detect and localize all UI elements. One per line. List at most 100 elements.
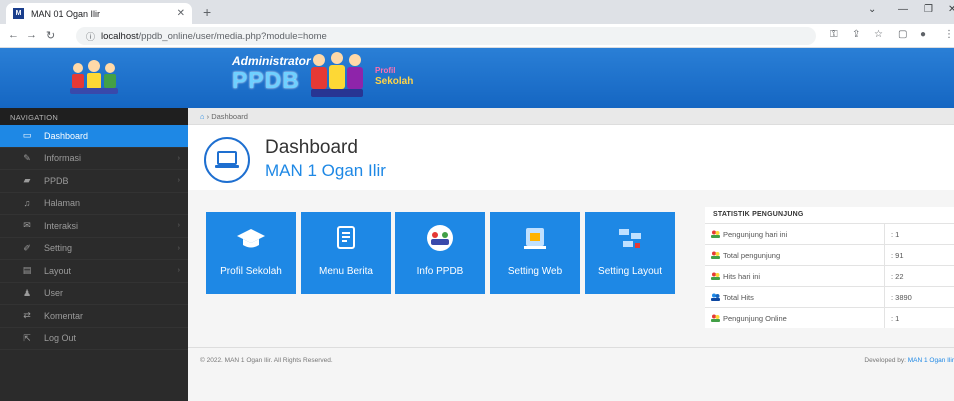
logout-icon: ⇱ [23,332,31,343]
stats-row: Pengunjung Online : 1 [705,307,954,328]
app-header: Administrator PPDB Profil Sekolah [0,48,954,108]
tab-title: MAN 01 Ogan Ilir [31,8,101,19]
url-host: localhost [101,30,139,42]
users-icon [711,251,720,259]
breadcrumb-separator: › [206,112,210,121]
back-icon[interactable]: ← [8,29,19,41]
chevron-right-icon: › [177,177,180,185]
sidebar-item-halaman[interactable]: ♫ Halaman [0,193,188,215]
stats-row: Hits hari ini : 22 [705,265,954,286]
kids-illustration-icon [311,52,363,97]
side-panel-icon[interactable]: ▢ [898,29,907,40]
users-icon [711,314,720,322]
url-input[interactable]: ⓘ localhost/ppdb_online/user/media.php?m… [76,27,816,45]
chevron-right-icon: › [177,222,180,230]
book-icon: ▰ [23,175,31,186]
sidebar-item-komentar[interactable]: ⇄ Komentar [0,305,188,328]
sidebar-heading: NAVIGATION [0,108,188,125]
tab-search-icon[interactable]: ⌄ [868,4,876,15]
page-subtitle: MAN 1 Ogan Ilir [265,161,386,180]
close-window-icon[interactable]: ✕ [948,4,954,15]
profile-icon[interactable]: ● [920,29,926,40]
tile-info-ppdb[interactable]: Info PPDB [395,212,485,294]
layout-icon [585,224,675,252]
banner-sekolah-text: Sekolah [375,76,414,87]
bell-icon: ♫ [23,198,31,209]
users-icon [711,230,720,238]
sidebar-item-label: PPDB [44,175,69,186]
sidebar-item-label: Halaman [44,198,81,209]
sidebar-item-dashboard[interactable]: ▭ Dashboard [0,125,188,148]
sidebar-item-logout[interactable]: ⇱ Log Out [0,328,188,350]
banner-profil-text: Profil [375,66,396,75]
web-settings-icon [490,224,580,252]
tile-label: Menu Berita [319,266,373,277]
stats-row: Pengunjung hari ini : 1 [705,223,954,244]
site-info-icon[interactable]: ⓘ [86,30,95,43]
banner-ppdb-text: PPDB [232,67,300,93]
stats-label: Hits hari ini [723,271,761,281]
developer-credit: Developed by: MAN 1 Ogan Ilir [864,357,954,364]
sidebar-item-label: Layout [44,265,72,276]
sidebar-item-label: Setting [44,243,73,254]
address-bar: ← → ↻ ⓘ localhost/ppdb_online/user/media… [0,24,954,48]
students-logo-icon [70,60,118,94]
tile-menu-berita[interactable]: Menu Berita [301,212,391,294]
bookmark-star-icon[interactable]: ☆ [874,29,883,40]
home-icon[interactable]: ⌂ [200,112,205,121]
restore-icon[interactable]: ❐ [924,4,933,15]
minimize-icon[interactable]: — [898,4,908,15]
stats-label: Total Hits [723,292,754,302]
users-icon [711,272,720,280]
close-tab-icon[interactable]: ✕ [177,8,185,19]
share-icon[interactable]: ⇪ [852,29,860,40]
tile-setting-layout[interactable]: Setting Layout [585,212,675,294]
graduation-cap-icon [206,224,296,252]
stats-value: : 3890 [891,292,912,302]
new-tab-icon[interactable]: + [203,4,211,20]
sidebar-item-informasi[interactable]: ✎ Informasi › [0,148,188,170]
menu-icon[interactable]: ⋮ [944,29,954,40]
keyboard-icon: ▤ [22,265,32,276]
tile-label: Info PPDB [416,266,464,277]
sidebar-item-label: Dashboard [44,130,89,141]
stats-label: Pengunjung hari ini [723,229,788,239]
developer-link[interactable]: MAN 1 Ogan Ilir [908,357,954,364]
stats-value: : 22 [891,271,904,281]
sidebar-item-label: Log Out [44,333,77,344]
shuffle-icon: ⇄ [23,310,31,321]
sidebar-item-setting[interactable]: ✐ Setting › [0,238,188,260]
tile-label: Setting Web [507,266,563,277]
laptop-icon: ▭ [22,130,32,141]
stats-value: : 1 [891,313,900,323]
reload-icon[interactable]: ↻ [46,29,55,42]
banner-brand: Administrator PPDB [232,54,311,92]
sidebar-item-interaksi[interactable]: ✉ Interaksi › [0,215,188,238]
stats-value: : 1 [891,229,900,239]
news-icon [301,224,391,252]
developed-by-label: Developed by: [864,357,906,364]
stats-heading: STATISTIK PENGUNJUNG [713,211,804,218]
forward-icon[interactable]: → [26,29,37,41]
key-icon[interactable]: ⚿ [830,29,838,40]
school-logo[interactable] [0,48,188,108]
page-title: Dashboard [265,137,358,158]
stats-value: : 91 [891,250,904,260]
user-icon: ♟ [22,287,32,298]
sidebar-item-label: Informasi [44,153,82,164]
browser-tab[interactable]: M MAN 01 Ogan Ilir ✕ [6,3,192,24]
stats-row: Total pengunjung : 91 [705,244,954,265]
sidebar-item-ppdb[interactable]: ▰ PPDB › [0,170,188,193]
sidebar-item-label: Interaksi [44,220,79,231]
breadcrumb-current: Dashboard [211,112,248,121]
wrench-icon: ✐ [23,242,31,253]
url-path: /ppdb_online/user/media.php?module=home [138,30,327,42]
sidebar-item-user[interactable]: ♟ User [0,283,188,305]
banner-admin-text: Administrator [232,54,311,68]
breadcrumb: ⌂ › Dashboard [188,108,954,125]
sidebar-item-layout[interactable]: ▤ Layout › [0,260,188,283]
chevron-right-icon: › [177,154,180,162]
users-icon [711,293,720,301]
tile-profil-sekolah[interactable]: Profil Sekolah [206,212,296,294]
tile-setting-web[interactable]: Setting Web [490,212,580,294]
